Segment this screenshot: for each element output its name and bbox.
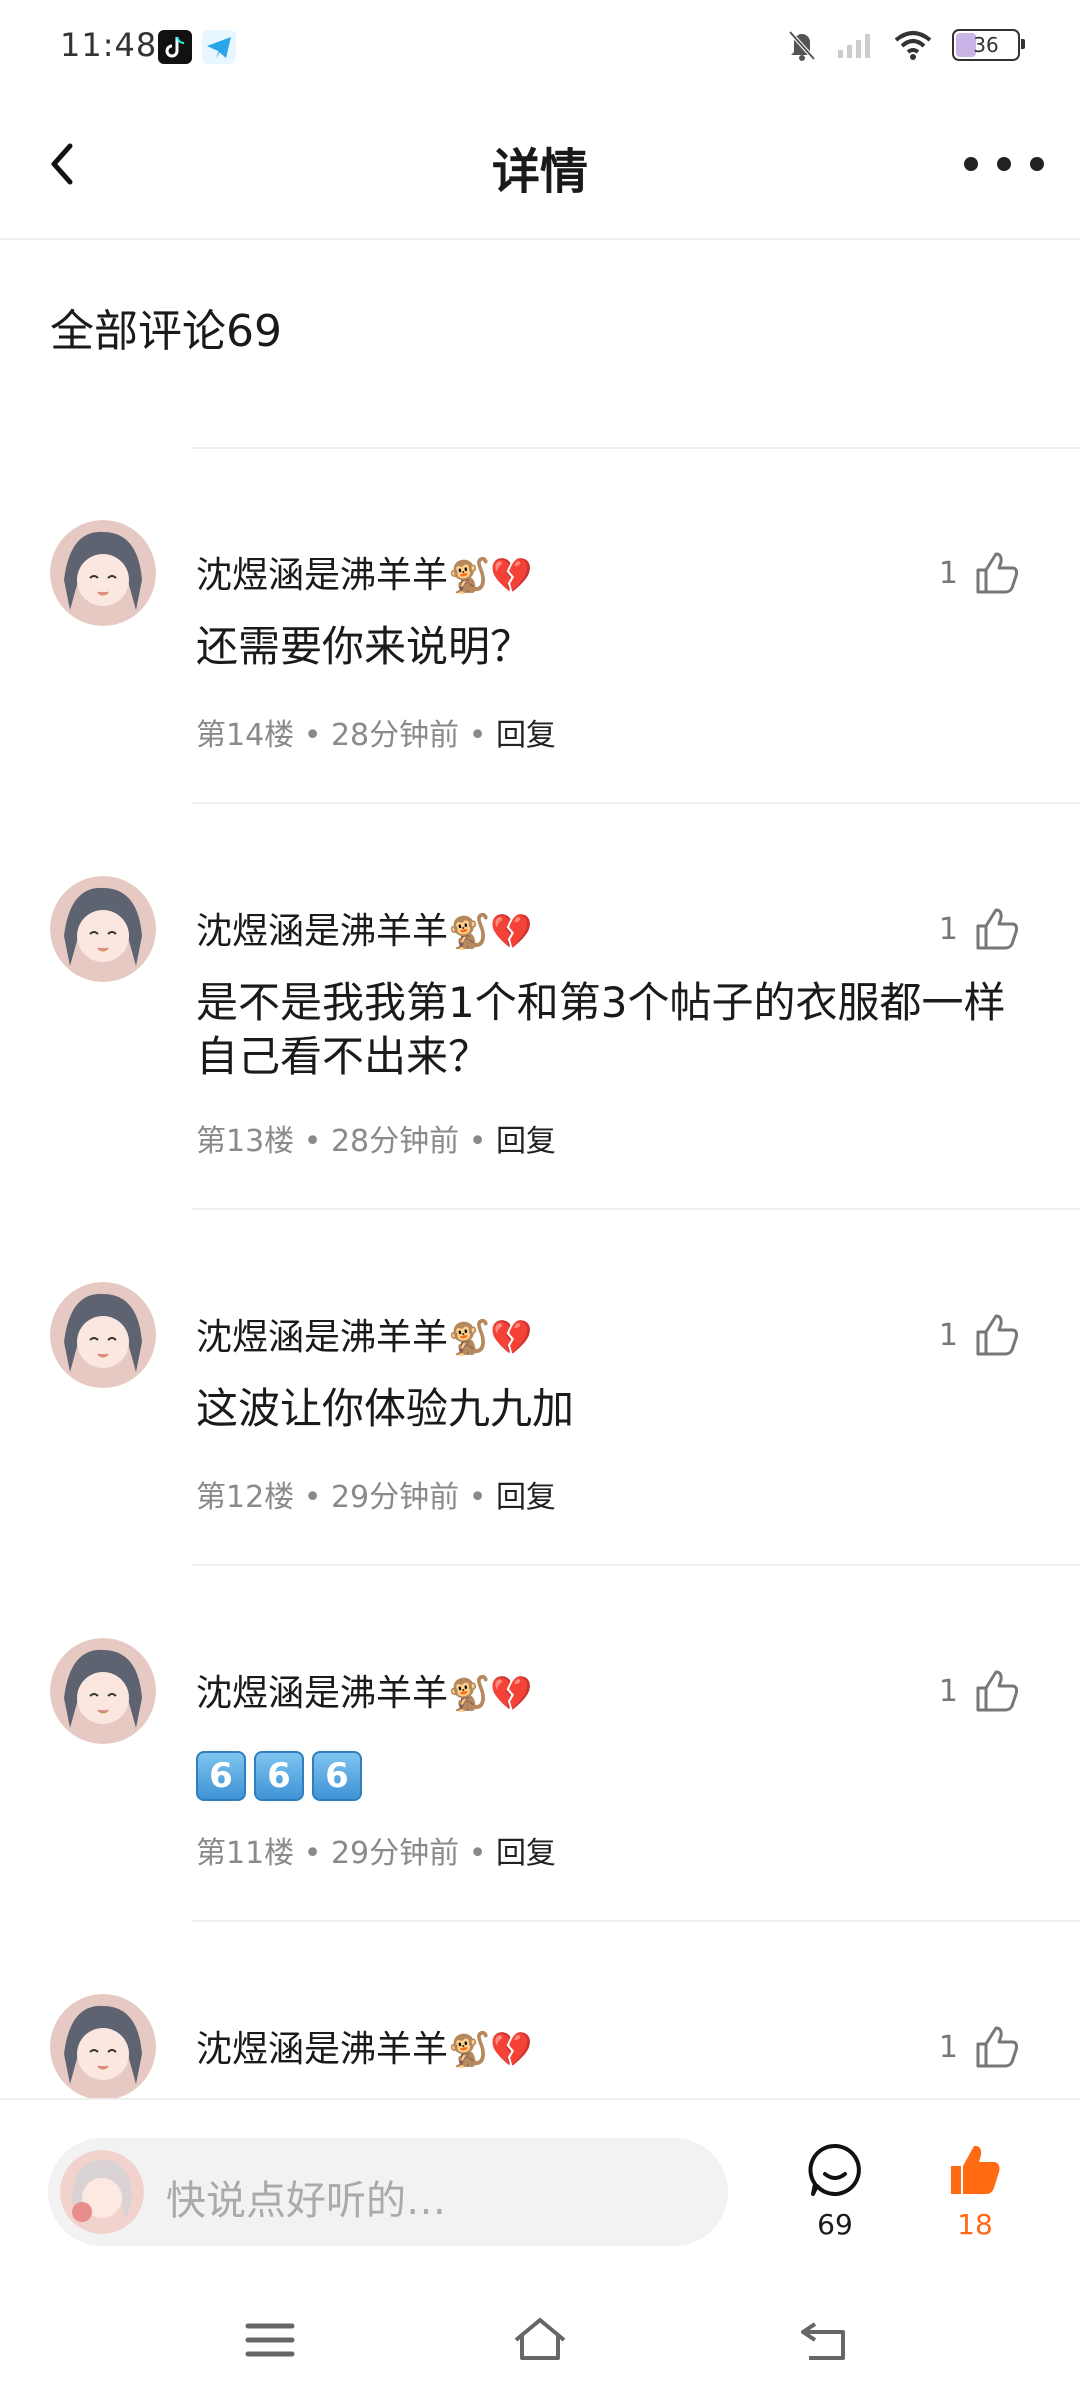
telegram-icon [202, 30, 236, 64]
reply-link[interactable]: 回复 [496, 1480, 556, 1515]
avatar[interactable] [50, 1282, 156, 1388]
user-badges: 🐒💔 [448, 1674, 533, 1714]
like-count: 1 [938, 911, 958, 947]
thumbs-up-icon [976, 1670, 1019, 1712]
divider [192, 447, 1080, 449]
status-time: 11:48 [60, 26, 158, 64]
comment-text: 还需要你来说明？ [196, 622, 533, 671]
like-button[interactable]: 1 [939, 1310, 1022, 1360]
comment-count-button[interactable]: 69 [795, 2140, 875, 2241]
comment-placeholder: 快说点好听的… [166, 2178, 446, 2224]
menu-nav-button[interactable] [240, 2310, 300, 2370]
top-app-bar: 详情 [0, 96, 1080, 240]
thumbs-up-icon [976, 1314, 1019, 1356]
post-like-button[interactable]: 18 [935, 2140, 1015, 2241]
home-icon [514, 2318, 566, 2360]
comment-count: 69 [817, 2208, 853, 2241]
more-button[interactable] [964, 144, 1044, 184]
like-count: 1 [938, 2029, 958, 2065]
like-count: 1 [938, 1317, 958, 1353]
comment-username[interactable]: 沈煜涵是沸羊羊🐒💔 [196, 1308, 533, 1360]
reply-link[interactable]: 回复 [496, 1836, 556, 1871]
menu-icon [245, 2323, 295, 2357]
more-dots-icon [964, 157, 1044, 171]
user-badges: 🐒💔 [448, 1318, 533, 1358]
comment-text: 这波让你体验九九加 [196, 1384, 575, 1433]
divider [192, 802, 1080, 804]
divider [192, 1208, 1080, 1210]
thumbs-up-icon [976, 552, 1019, 594]
battery-indicator: 36 [952, 29, 1025, 61]
comment-input-bar: 快说点好听的… 69 18 [0, 2098, 1080, 2280]
comments-count-title: 全部评论69 [50, 306, 282, 357]
thumbs-up-icon [976, 908, 1019, 950]
battery-percent: 36 [973, 33, 999, 57]
status-bar: 11:48 36 [0, 0, 1080, 96]
keycap-emoji: 6 [312, 1751, 362, 1801]
thumbs-up-icon [976, 2026, 1019, 2068]
like-count: 1 [938, 1673, 958, 1709]
system-nav-bar [0, 2278, 1080, 2404]
comment-username[interactable]: 沈煜涵是沸羊羊🐒💔 [196, 546, 533, 598]
reply-link[interactable]: 回复 [496, 718, 556, 753]
comment-input[interactable]: 快说点好听的… [48, 2138, 728, 2246]
avatar[interactable] [50, 1994, 156, 2100]
wifi-icon [894, 31, 932, 60]
back-nav-button[interactable] [795, 2310, 855, 2370]
comment-meta: 第12楼 • 29分钟前 • 回复 [196, 1480, 556, 1515]
avatar[interactable] [50, 1638, 156, 1744]
like-button[interactable]: 1 [939, 1666, 1022, 1716]
comment-username[interactable]: 沈煜涵是沸羊羊🐒💔 [196, 902, 533, 954]
signal-icon [838, 34, 870, 58]
post-like-count: 18 [957, 2208, 993, 2241]
my-avatar [60, 2150, 144, 2234]
page-title: 详情 [491, 144, 588, 200]
user-badges: 🐒💔 [448, 556, 533, 596]
divider [192, 1920, 1080, 1922]
comment-meta: 第14楼 • 28分钟前 • 回复 [196, 718, 556, 753]
avatar[interactable] [50, 876, 156, 982]
comment-username[interactable]: 沈煜涵是沸羊羊🐒💔 [196, 2020, 533, 2072]
like-button[interactable]: 1 [939, 2022, 1022, 2072]
comment-text: 是不是我我第1个和第3个帖子的衣服都一样自己看不出来？ [196, 978, 1006, 1081]
avatar[interactable] [50, 520, 156, 626]
back-return-icon [801, 2322, 845, 2360]
keycap-emoji: 6 [254, 1751, 304, 1801]
user-badges: 🐒💔 [448, 912, 533, 952]
comment-meta: 第11楼 • 29分钟前 • 回复 [196, 1836, 556, 1871]
tiktok-icon [158, 30, 192, 64]
user-badges: 🐒💔 [448, 2030, 533, 2070]
like-button[interactable]: 1 [939, 904, 1022, 954]
mute-bell-icon [788, 30, 816, 61]
like-count: 1 [938, 555, 958, 591]
comment-keycaps: 666 [196, 1746, 1020, 1801]
like-button[interactable]: 1 [939, 548, 1022, 598]
reply-link[interactable]: 回复 [496, 1124, 556, 1159]
thumbs-up-filled-icon [951, 2145, 1000, 2194]
comment-bubble-icon [808, 2143, 861, 2196]
comment-meta: 第13楼 • 28分钟前 • 回复 [196, 1124, 556, 1159]
divider [192, 1564, 1080, 1566]
comment-username[interactable]: 沈煜涵是沸羊羊🐒💔 [196, 1664, 533, 1716]
home-nav-button[interactable] [510, 2310, 570, 2370]
keycap-emoji: 6 [196, 1751, 246, 1801]
